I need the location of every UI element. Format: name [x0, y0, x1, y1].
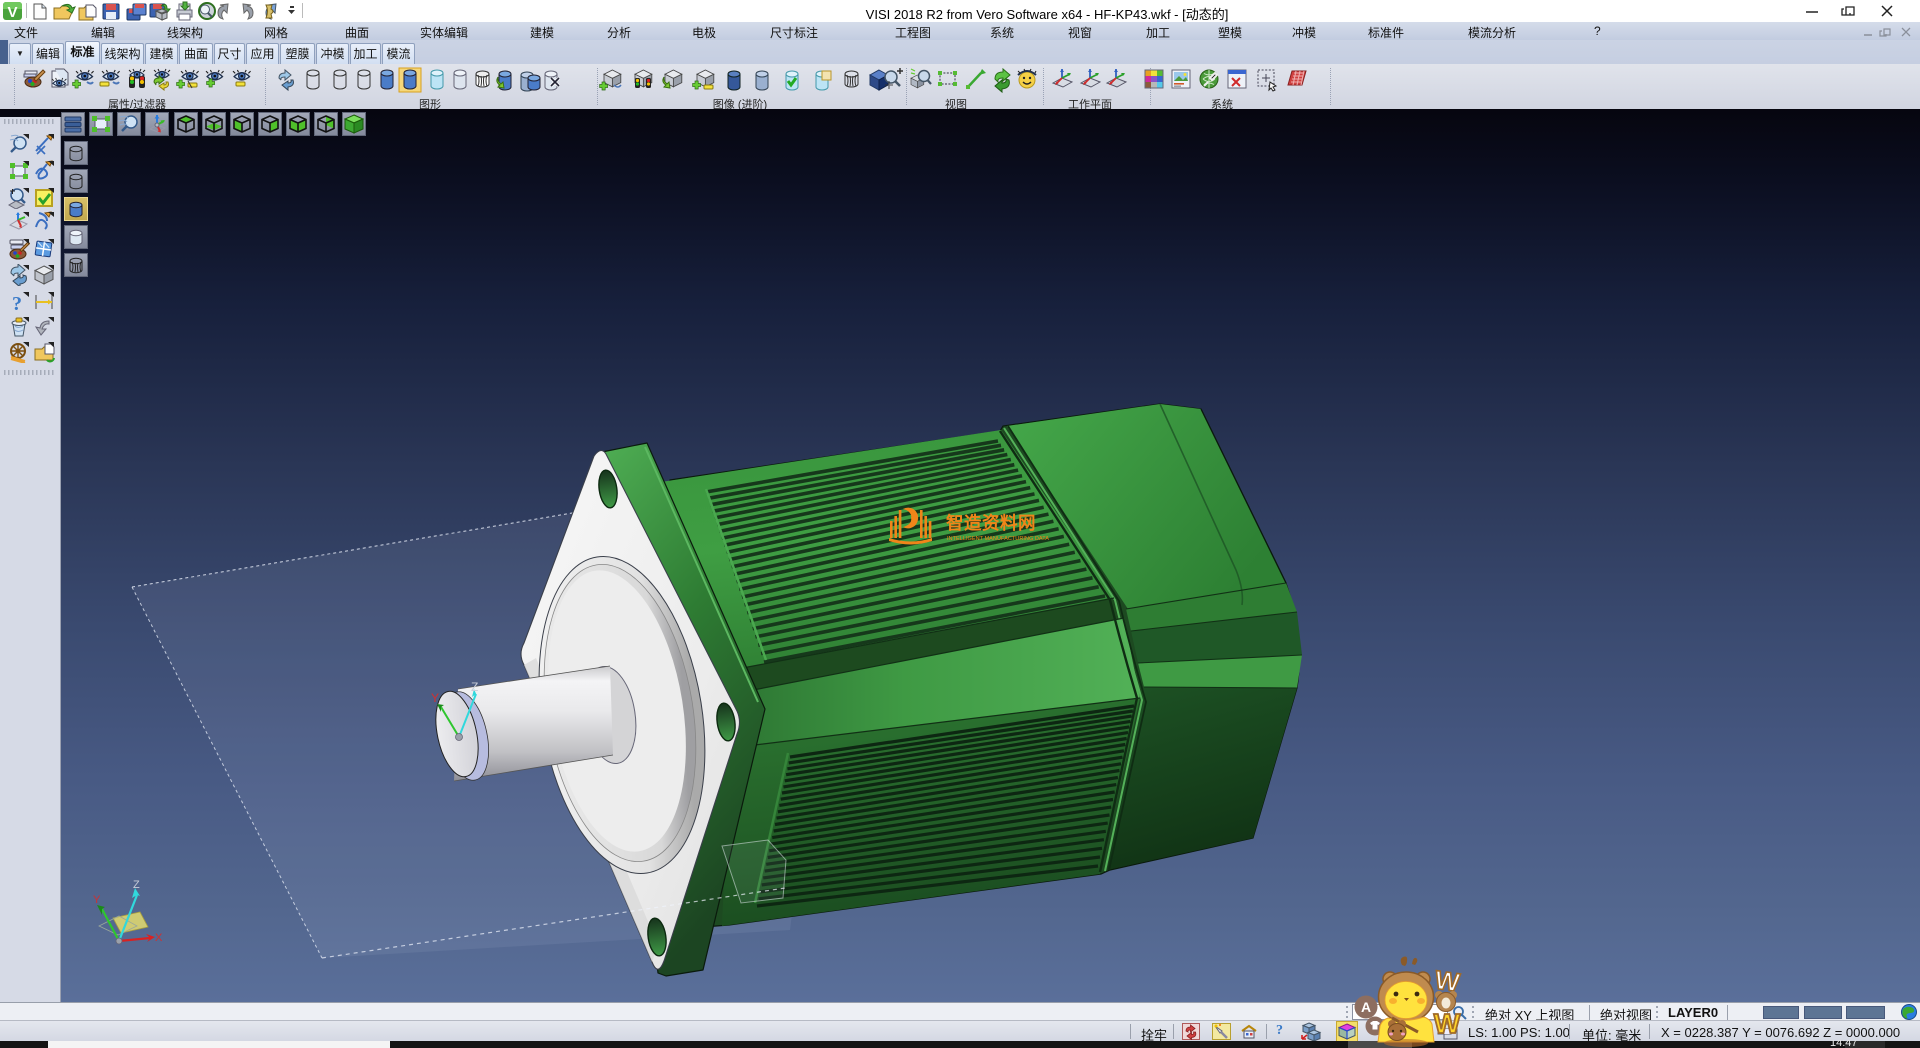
svg-text:Y: Y	[431, 691, 439, 705]
svg-text:Z: Z	[471, 680, 478, 694]
svg-text:X: X	[155, 932, 163, 944]
svg-text:V: V	[7, 4, 17, 21]
svg-text:Y: Y	[93, 894, 101, 906]
svg-text:智造资料网: 智造资料网	[946, 513, 1036, 533]
svg-text:Z: Z	[133, 879, 140, 891]
svg-text:W: W	[1434, 1008, 1461, 1039]
svg-text:INTELLIGENT MANUFACTURING DATA: INTELLIGENT MANUFACTURING DATA	[947, 536, 1049, 542]
svg-text:A: A	[1361, 999, 1371, 1015]
